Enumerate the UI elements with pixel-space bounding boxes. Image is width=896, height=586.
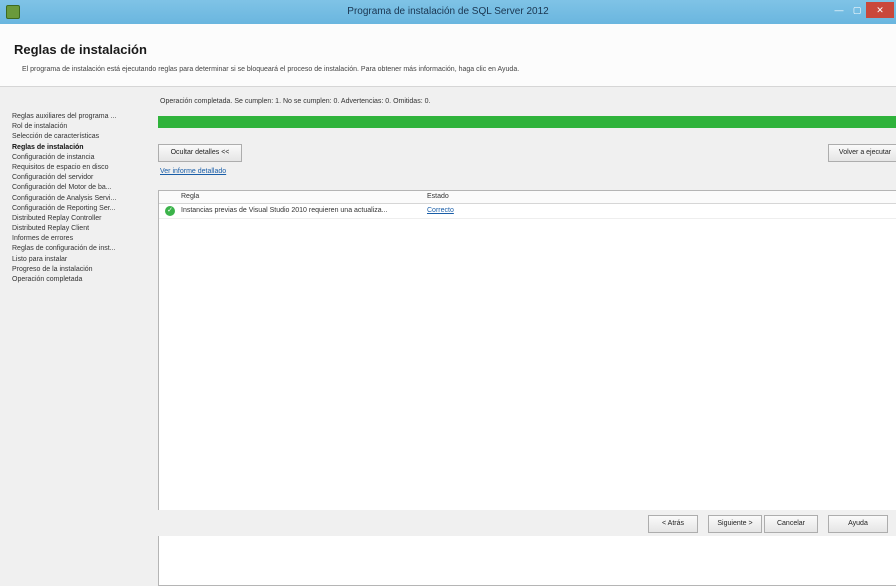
sidebar-step[interactable]: Configuración del servidor	[12, 173, 152, 183]
column-header-status[interactable]: Estado	[427, 193, 449, 200]
maximize-button[interactable]: ▢	[848, 2, 866, 18]
table-row[interactable]: ✓ Instancias previas de Visual Studio 201…	[159, 204, 896, 219]
close-button[interactable]: ✕	[866, 2, 894, 18]
sidebar-step[interactable]: Distributed Replay Client	[12, 224, 152, 234]
help-button[interactable]: Ayuda	[828, 515, 888, 533]
sidebar-step[interactable]: Informes de errores	[12, 234, 152, 244]
sidebar-step[interactable]: Selección de características	[12, 132, 152, 142]
main-content: Operación completada. Se cumplen: 1. No …	[152, 86, 896, 586]
title-bar: Programa de instalación de SQL Server 20…	[0, 0, 896, 24]
sidebar-step[interactable]: Operación completada	[12, 275, 152, 285]
check-icon: ✓	[165, 206, 175, 216]
sidebar-step[interactable]: Listo para instalar	[12, 255, 152, 265]
sidebar-step[interactable]: Requisitos de espacio en disco	[12, 163, 152, 173]
sidebar-step[interactable]: Configuración del Motor de ba...	[12, 183, 152, 193]
progress-fill	[158, 116, 896, 128]
sidebar-step[interactable]: Progreso de la instalación	[12, 265, 152, 275]
operation-status: Operación completada. Se cumplen: 1. No …	[160, 98, 431, 105]
sidebar-step[interactable]: Distributed Replay Controller	[12, 214, 152, 224]
rule-name: Instancias previas de Visual Studio 2010…	[181, 207, 388, 214]
next-button[interactable]: Siguiente >	[708, 515, 762, 533]
detailed-report-link[interactable]: Ver informe detallado	[160, 168, 226, 175]
window-title: Programa de instalación de SQL Server 20…	[347, 6, 549, 17]
minimize-button[interactable]: —	[830, 2, 848, 18]
sidebar-step[interactable]: Reglas auxiliares del programa ...	[12, 112, 152, 122]
sidebar-step[interactable]: Reglas de instalación	[12, 143, 152, 153]
sidebar-step[interactable]: Reglas de configuración de inst...	[12, 244, 152, 254]
back-button[interactable]: < Atrás	[648, 515, 698, 533]
page-title: Reglas de instalación	[14, 42, 147, 57]
rule-status-link[interactable]: Correcto	[427, 207, 454, 214]
rerun-button[interactable]: Volver a ejecutar	[828, 144, 896, 162]
page-header: Reglas de instalación El programa de ins…	[0, 24, 896, 87]
sidebar-step[interactable]: Configuración de instancia	[12, 153, 152, 163]
cancel-button[interactable]: Cancelar	[764, 515, 818, 533]
table-header: Regla Estado	[159, 191, 896, 204]
page-description: El programa de instalación está ejecutan…	[22, 66, 520, 73]
sidebar-step[interactable]: Rol de instalación	[12, 122, 152, 132]
column-header-rule[interactable]: Regla	[181, 193, 199, 200]
sidebar-steps: Reglas auxiliares del programa ... Rol de…	[12, 112, 152, 285]
sidebar-step[interactable]: Configuración de Reporting Ser...	[12, 204, 152, 214]
sidebar-step[interactable]: Configuración de Analysis Servi...	[12, 194, 152, 204]
hide-details-button[interactable]: Ocultar detalles <<	[158, 144, 242, 162]
footer-bar: < Atrás Siguiente > Cancelar Ayuda	[0, 510, 896, 536]
progress-bar	[158, 116, 896, 128]
